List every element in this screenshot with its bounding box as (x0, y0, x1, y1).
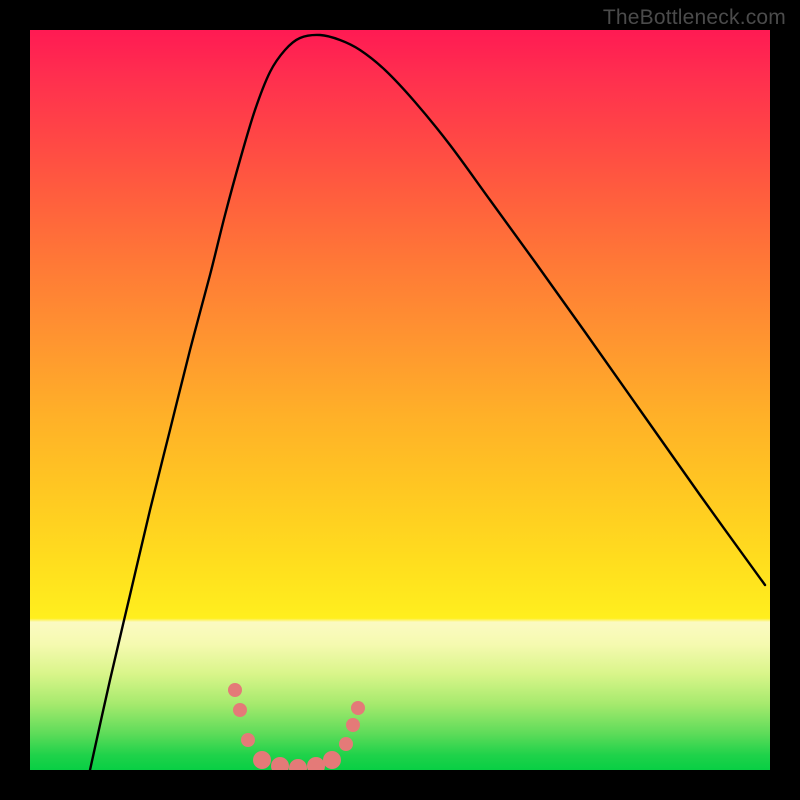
marker-dot (323, 751, 341, 769)
marker-dot (307, 757, 325, 770)
curve-layer (30, 30, 770, 770)
watermark-text: TheBottleneck.com (603, 6, 786, 30)
chart-frame: TheBottleneck.com (0, 0, 800, 800)
marker-dot (351, 701, 365, 715)
marker-dot (241, 733, 255, 747)
marker-dot (271, 757, 289, 770)
marker-dot (233, 703, 247, 717)
marker-dot (289, 759, 307, 770)
marker-dot (346, 718, 360, 732)
marker-dot (228, 683, 242, 697)
marker-dot (253, 751, 271, 769)
bottleneck-curve (90, 35, 765, 770)
bottom-dots-group (228, 683, 365, 770)
marker-dot (339, 737, 353, 751)
plot-area (30, 30, 770, 770)
